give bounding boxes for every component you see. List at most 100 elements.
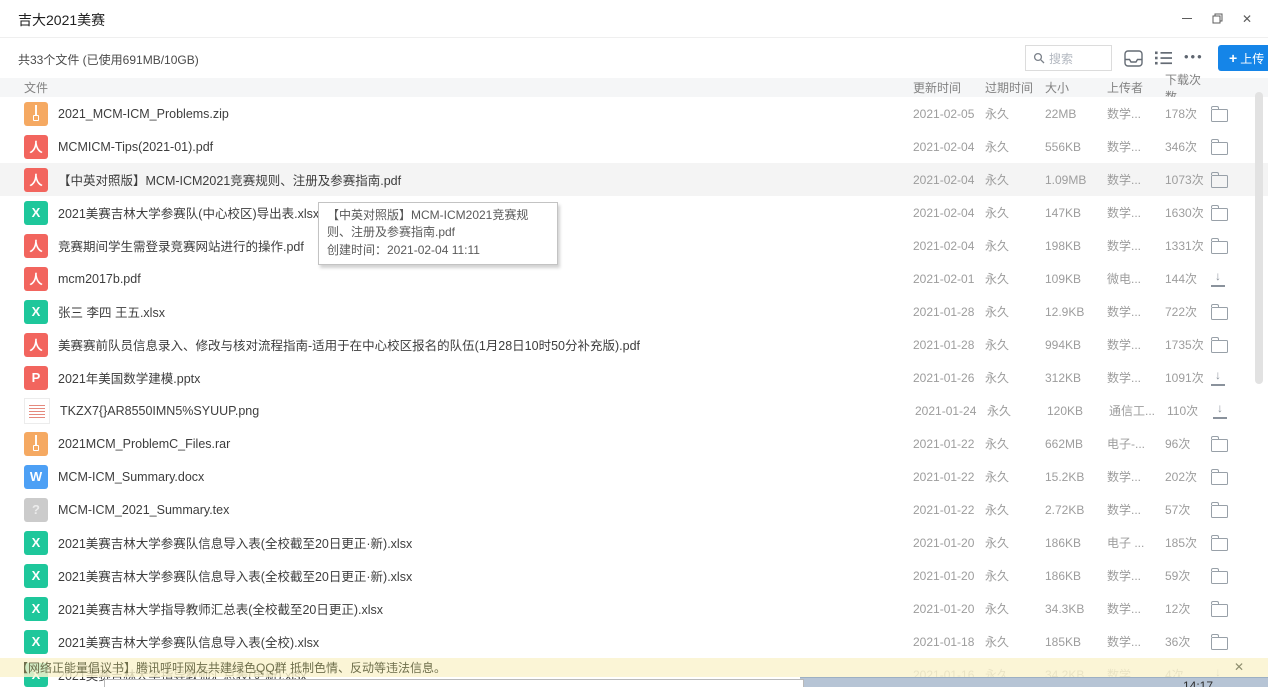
file-download-count: 96次 bbox=[1165, 435, 1211, 452]
file-size: 34.3KB bbox=[1045, 602, 1107, 616]
open-folder-icon[interactable] bbox=[1211, 307, 1228, 320]
tooltip-created-time: 创建时间：2021-02-04 11:11 bbox=[327, 242, 549, 259]
search-placeholder: 搜索 bbox=[1049, 50, 1073, 67]
minimize-button[interactable] bbox=[1172, 0, 1202, 37]
table-row[interactable]: 2021MCM_ProblemC_Files.rar2021-01-22永久66… bbox=[0, 427, 1268, 460]
window-title: 吉大2021美赛 bbox=[18, 10, 105, 30]
table-row[interactable]: 人竞赛期间学生需登录竞赛网站进行的操作.pdf2021-02-04永久198KB… bbox=[0, 229, 1268, 262]
table-row[interactable]: WMCM-ICM_Summary.docx2021-01-22永久15.2KB数… bbox=[0, 460, 1268, 493]
download-icon[interactable]: ↓ bbox=[1213, 403, 1227, 419]
open-folder-icon[interactable] bbox=[1211, 208, 1228, 221]
toolbar-right: 搜索 ••• + 上传 bbox=[1025, 45, 1268, 71]
file-type-icon-pdf: 人 bbox=[24, 333, 48, 357]
table-row[interactable]: X2021美赛吉林大学参赛队信息导入表(全校截至20日更正·新).xlsx202… bbox=[0, 526, 1268, 559]
file-size: 22MB bbox=[1045, 107, 1107, 121]
table-row[interactable]: TKZX7{}AR8550IMN5%SYUUP.png2021-01-24永久1… bbox=[0, 394, 1268, 427]
list-view-button[interactable] bbox=[1155, 51, 1172, 65]
file-expiry: 永久 bbox=[987, 402, 1047, 419]
file-type-icon-xlsx: X bbox=[24, 201, 48, 225]
file-expiry: 永久 bbox=[985, 270, 1045, 287]
file-updated-date: 2021-01-28 bbox=[913, 338, 985, 352]
banner-close-icon[interactable]: ✕ bbox=[1234, 660, 1244, 674]
file-size: 312KB bbox=[1045, 371, 1107, 385]
file-updated-date: 2021-01-22 bbox=[913, 470, 985, 484]
table-row[interactable]: ?MCM-ICM_2021_Summary.tex2021-01-22永久2.7… bbox=[0, 493, 1268, 526]
file-download-count: 36次 bbox=[1165, 633, 1211, 650]
file-download-count: 722次 bbox=[1165, 303, 1211, 320]
file-expiry: 永久 bbox=[985, 369, 1045, 386]
table-row[interactable]: 人MCMICM-Tips(2021-01).pdf2021-02-04永久556… bbox=[0, 130, 1268, 163]
file-expiry: 永久 bbox=[985, 138, 1045, 155]
open-folder-icon[interactable] bbox=[1211, 109, 1228, 122]
open-folder-icon[interactable] bbox=[1211, 439, 1228, 452]
file-size: 120KB bbox=[1047, 404, 1109, 418]
file-uploader: 数学... bbox=[1107, 138, 1165, 155]
table-row[interactable]: 人【中英对照版】MCM-ICM2021竞赛规则、注册及参赛指南.pdf2021-… bbox=[0, 163, 1268, 196]
open-folder-icon[interactable] bbox=[1211, 505, 1228, 518]
open-folder-icon[interactable] bbox=[1211, 604, 1228, 617]
table-row[interactable]: P2021年美国数学建模.pptx2021-01-26永久312KB数学...1… bbox=[0, 361, 1268, 394]
table-row[interactable]: 人美赛赛前队员信息录入、修改与核对流程指南-适用于在中心校区报名的队伍(1月28… bbox=[0, 328, 1268, 361]
vertical-scrollbar[interactable] bbox=[1255, 92, 1263, 384]
file-updated-date: 2021-01-28 bbox=[913, 305, 985, 319]
file-action-cell bbox=[1211, 337, 1255, 353]
file-download-count: 178次 bbox=[1165, 105, 1211, 122]
file-expiry: 永久 bbox=[985, 567, 1045, 584]
open-folder-icon[interactable] bbox=[1211, 571, 1228, 584]
file-download-count: 1331次 bbox=[1165, 237, 1211, 254]
download-icon[interactable]: ↓ bbox=[1211, 271, 1225, 287]
file-uploader: 微电... bbox=[1107, 270, 1165, 287]
file-updated-date: 2021-01-20 bbox=[913, 536, 985, 550]
file-expiry: 永久 bbox=[985, 501, 1045, 518]
table-row[interactable]: X张三 李四 王五.xlsx2021-01-28永久12.9KB数学...722… bbox=[0, 295, 1268, 328]
file-type-icon-pdf: 人 bbox=[24, 135, 48, 159]
file-download-count: 1073次 bbox=[1165, 171, 1211, 188]
file-action-cell bbox=[1211, 238, 1255, 254]
restore-button[interactable] bbox=[1202, 0, 1232, 37]
file-expiry: 永久 bbox=[985, 237, 1045, 254]
open-folder-icon[interactable] bbox=[1211, 637, 1228, 650]
file-size: 186KB bbox=[1045, 536, 1107, 550]
file-download-count: 12次 bbox=[1165, 600, 1211, 617]
download-icon[interactable]: ↓ bbox=[1211, 370, 1225, 386]
upload-button[interactable]: + 上传 bbox=[1218, 45, 1268, 71]
file-download-count: 59次 bbox=[1165, 567, 1211, 584]
file-expiry: 永久 bbox=[985, 105, 1045, 122]
table-row[interactable]: X2021美赛吉林大学参赛队(中心校区)导出表.xlsx2021-02-04永久… bbox=[0, 196, 1268, 229]
transfer-inbox-button[interactable] bbox=[1124, 50, 1143, 67]
table-row[interactable]: 人mcm2017b.pdf2021-02-01永久109KB微电...144次↓ bbox=[0, 262, 1268, 295]
file-action-cell bbox=[1211, 106, 1255, 122]
close-button[interactable]: ✕ bbox=[1232, 0, 1262, 37]
more-options-button[interactable]: ••• bbox=[1184, 49, 1204, 68]
file-action-cell: ↓ bbox=[1211, 370, 1255, 386]
notice-banner: 【网络正能量倡议书】腾讯呼吁网友共建绿色QQ群 抵制色情、反动等违法信息。 ✕ bbox=[0, 658, 1268, 677]
file-name: 2021美赛吉林大学参赛队信息导入表(全校).xlsx bbox=[58, 632, 913, 651]
table-row[interactable]: X2021美赛吉林大学参赛队信息导入表(全校截至20日更正·新).xlsx202… bbox=[0, 559, 1268, 592]
search-input[interactable]: 搜索 bbox=[1025, 45, 1112, 71]
file-download-count: 1091次 bbox=[1165, 369, 1211, 386]
open-folder-icon[interactable] bbox=[1211, 175, 1228, 188]
open-folder-icon[interactable] bbox=[1211, 142, 1228, 155]
file-expiry: 永久 bbox=[985, 204, 1045, 221]
file-name: 【中英对照版】MCM-ICM2021竞赛规则、注册及参赛指南.pdf bbox=[58, 170, 913, 189]
table-row[interactable]: X2021美赛吉林大学参赛队信息导入表(全校).xlsx2021-01-18永久… bbox=[0, 625, 1268, 658]
table-row[interactable]: X2021美赛吉林大学指导教师汇总表(全校截至20日更正).xlsx2021-0… bbox=[0, 592, 1268, 625]
window-controls: ✕ bbox=[1172, 0, 1262, 37]
file-download-count: 1630次 bbox=[1165, 204, 1211, 221]
file-type-icon-xlsx: X bbox=[24, 630, 48, 654]
file-type-icon-rar bbox=[24, 432, 48, 456]
open-folder-icon[interactable] bbox=[1211, 472, 1228, 485]
file-download-count: 185次 bbox=[1165, 534, 1211, 551]
open-folder-icon[interactable] bbox=[1211, 340, 1228, 353]
file-updated-date: 2021-01-20 bbox=[913, 602, 985, 616]
file-uploader: 数学... bbox=[1107, 468, 1165, 485]
open-folder-icon[interactable] bbox=[1211, 241, 1228, 254]
file-action-cell bbox=[1211, 469, 1255, 485]
file-uploader: 电子-... bbox=[1107, 435, 1165, 452]
file-action-cell bbox=[1211, 436, 1255, 452]
file-action-cell: ↓ bbox=[1211, 271, 1255, 287]
table-row[interactable]: 2021_MCM-ICM_Problems.zip2021-02-05永久22M… bbox=[0, 97, 1268, 130]
file-updated-date: 2021-02-04 bbox=[913, 173, 985, 187]
file-name: 2021美赛吉林大学参赛队信息导入表(全校截至20日更正·新).xlsx bbox=[58, 566, 913, 585]
open-folder-icon[interactable] bbox=[1211, 538, 1228, 551]
